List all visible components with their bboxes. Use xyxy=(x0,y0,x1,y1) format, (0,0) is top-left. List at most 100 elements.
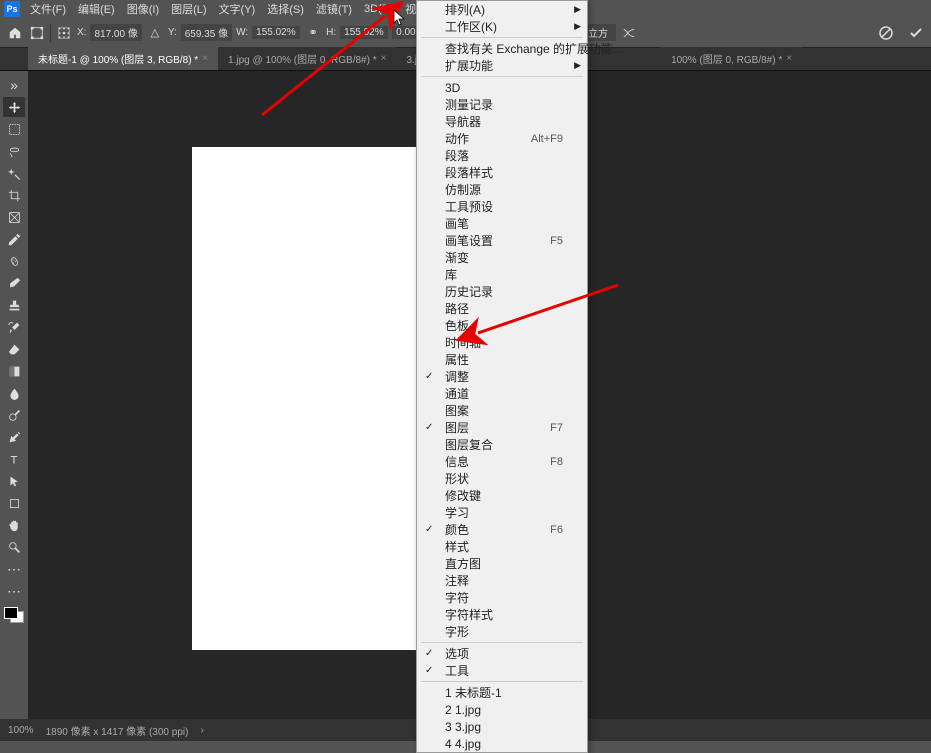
menu-item[interactable]: 1 未标题-1 xyxy=(417,684,587,701)
close-icon[interactable]: × xyxy=(381,53,387,64)
h-field[interactable]: 155.02% xyxy=(340,26,388,39)
pen-tool[interactable] xyxy=(3,427,25,447)
menu-item[interactable]: 3 3.jpg xyxy=(417,718,587,735)
chevron-icon[interactable]: » xyxy=(3,75,25,95)
warp-icon[interactable] xyxy=(620,24,638,42)
menu-item[interactable]: 字形 xyxy=(417,623,587,640)
menu-item[interactable]: 直方图 xyxy=(417,555,587,572)
menu-item[interactable]: 工具预设 xyxy=(417,198,587,215)
stamp-tool[interactable] xyxy=(3,295,25,315)
move-tool[interactable] xyxy=(3,97,25,117)
frame-tool[interactable] xyxy=(3,207,25,227)
menu-item[interactable]: 时间轴 xyxy=(417,334,587,351)
menu-item[interactable]: 样式 xyxy=(417,538,587,555)
reference-point-icon[interactable] xyxy=(55,24,73,42)
eraser-tool[interactable] xyxy=(3,339,25,359)
tab-document-2[interactable]: 1.jpg @ 100% (图层 0, RGB/8#) *× xyxy=(218,47,396,70)
menu-image[interactable]: 图像(I) xyxy=(121,0,165,19)
check-icon: ✓ xyxy=(425,371,433,382)
wand-tool[interactable] xyxy=(3,163,25,183)
menu-edit[interactable]: 编辑(E) xyxy=(72,0,121,19)
app-icon: Ps xyxy=(4,1,20,17)
hand-tool[interactable] xyxy=(3,515,25,535)
menu-item[interactable]: 字符样式 xyxy=(417,606,587,623)
menu-item[interactable]: 测量记录 xyxy=(417,96,587,113)
menu-item[interactable]: 排列(A)▶ xyxy=(417,1,587,18)
menu-item[interactable]: 历史记录 xyxy=(417,283,587,300)
menu-item[interactable]: ✓图层F7 xyxy=(417,419,587,436)
menu-item[interactable]: 3D xyxy=(417,79,587,96)
triangle-icon[interactable]: △ xyxy=(146,24,164,42)
zoom-level[interactable]: 100% xyxy=(8,725,34,736)
menu-item[interactable]: 画笔设置F5 xyxy=(417,232,587,249)
dodge-tool[interactable] xyxy=(3,405,25,425)
menu-item[interactable]: 渐变 xyxy=(417,249,587,266)
menu-item[interactable]: ✓颜色F6 xyxy=(417,521,587,538)
menu-item[interactable]: 段落样式 xyxy=(417,164,587,181)
menu-layer[interactable]: 图层(L) xyxy=(165,0,212,19)
menu-item[interactable]: 画笔 xyxy=(417,215,587,232)
menu-item[interactable]: ✓调整 xyxy=(417,368,587,385)
menu-item[interactable]: 路径 xyxy=(417,300,587,317)
menu-item[interactable]: 导航器 xyxy=(417,113,587,130)
canvas[interactable] xyxy=(192,147,422,650)
chevron-right-icon: ▶ xyxy=(574,4,581,15)
transform-ref-icon[interactable] xyxy=(28,24,46,42)
link-icon[interactable]: ⚭ xyxy=(304,24,322,42)
menu-item[interactable]: 学习 xyxy=(417,504,587,521)
menu-item[interactable]: 色板 xyxy=(417,317,587,334)
w-field[interactable]: 155.02% xyxy=(252,26,300,39)
gradient-tool[interactable] xyxy=(3,361,25,381)
home-icon[interactable] xyxy=(6,24,24,42)
menu-3d[interactable]: 3D(D) xyxy=(358,1,399,17)
type-tool[interactable]: T xyxy=(3,449,25,469)
blur-tool[interactable] xyxy=(3,383,25,403)
healing-tool[interactable] xyxy=(3,251,25,271)
menu-item[interactable]: 形状 xyxy=(417,470,587,487)
menu-item[interactable]: ✓工具 xyxy=(417,662,587,679)
menu-file[interactable]: 文件(F) xyxy=(24,0,72,19)
menu-item[interactable]: 图案 xyxy=(417,402,587,419)
menu-item[interactable]: 注释 xyxy=(417,572,587,589)
x-field[interactable]: 817.00 像 xyxy=(90,24,141,41)
menu-item[interactable]: 信息F8 xyxy=(417,453,587,470)
menu-item[interactable]: 2 1.jpg xyxy=(417,701,587,718)
menu-item[interactable]: 扩展功能▶ xyxy=(417,57,587,74)
marquee-tool[interactable] xyxy=(3,119,25,139)
menu-item[interactable]: 库 xyxy=(417,266,587,283)
menu-item[interactable]: 仿制源 xyxy=(417,181,587,198)
menu-item[interactable]: 通道 xyxy=(417,385,587,402)
menu-item[interactable]: 动作Alt+F9 xyxy=(417,130,587,147)
color-swatch[interactable] xyxy=(4,607,24,623)
tab-document-4[interactable]: 100% (图层 0, RGB/8#) *× xyxy=(661,47,802,70)
menu-item[interactable]: 工作区(K)▶ xyxy=(417,18,587,35)
menu-item[interactable]: 4 4.jpg xyxy=(417,735,587,752)
menu-item[interactable]: 属性 xyxy=(417,351,587,368)
history-brush-tool[interactable] xyxy=(3,317,25,337)
menu-item[interactable]: 字符 xyxy=(417,589,587,606)
chevron-right-icon[interactable]: › xyxy=(200,725,203,736)
menu-item[interactable]: 修改键 xyxy=(417,487,587,504)
menu-item[interactable]: ✓选项 xyxy=(417,645,587,662)
close-icon[interactable]: × xyxy=(202,53,208,64)
eyedropper-tool[interactable] xyxy=(3,229,25,249)
menu-select[interactable]: 选择(S) xyxy=(261,0,310,19)
crop-tool[interactable] xyxy=(3,185,25,205)
menu-item[interactable]: 段落 xyxy=(417,147,587,164)
tab-document-1[interactable]: 未标题-1 @ 100% (图层 3, RGB/8) *× xyxy=(28,47,218,70)
commit-icon[interactable] xyxy=(907,24,925,42)
cancel-icon[interactable] xyxy=(877,24,895,42)
zoom-tool[interactable] xyxy=(3,537,25,557)
path-select-tool[interactable] xyxy=(3,471,25,491)
y-field[interactable]: 659.35 像 xyxy=(181,24,232,41)
menu-item[interactable]: 图层复合 xyxy=(417,436,587,453)
shape-tool[interactable] xyxy=(3,493,25,513)
menu-type[interactable]: 文字(Y) xyxy=(213,0,262,19)
more-tools[interactable]: ⋯ xyxy=(3,559,25,579)
lasso-tool[interactable] xyxy=(3,141,25,161)
brush-tool[interactable] xyxy=(3,273,25,293)
menu-filter[interactable]: 滤镜(T) xyxy=(310,0,358,19)
menu-item[interactable]: 查找有关 Exchange 的扩展功能... xyxy=(417,40,587,57)
edit-toolbar[interactable]: ⋯ xyxy=(3,581,25,601)
close-icon[interactable]: × xyxy=(786,53,792,64)
